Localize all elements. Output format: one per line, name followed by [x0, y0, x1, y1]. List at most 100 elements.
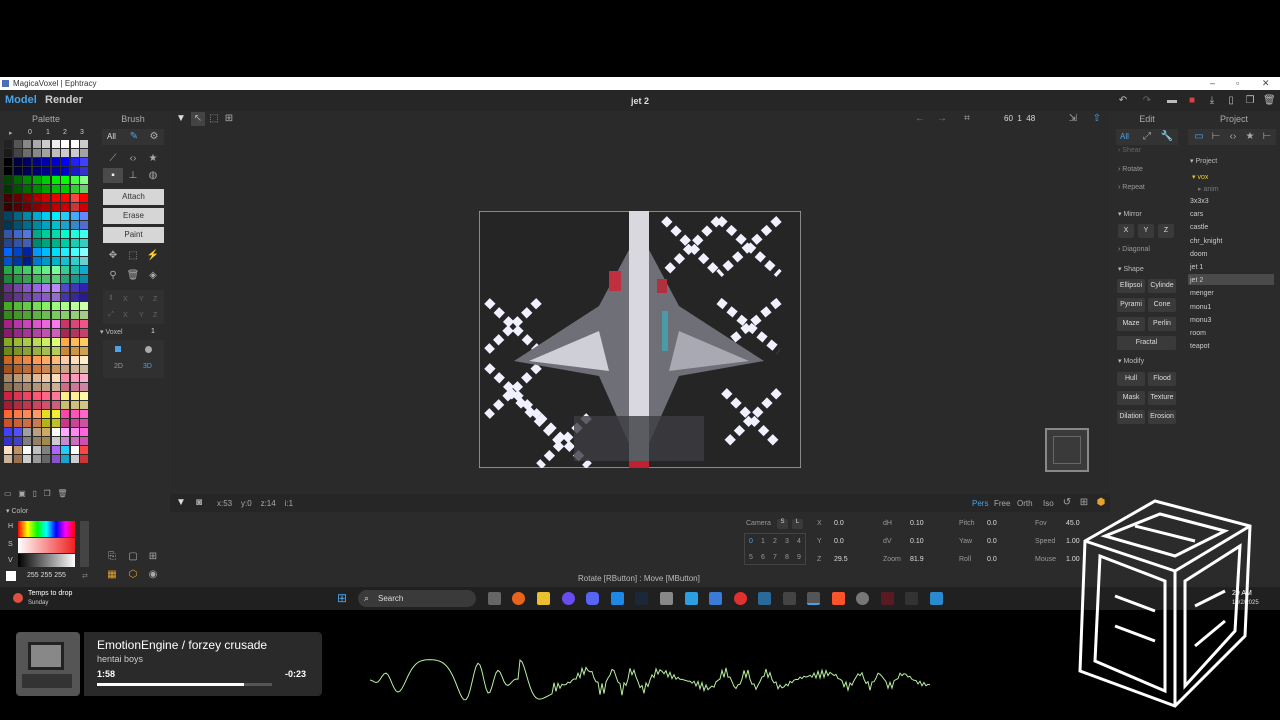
move-tool-icon[interactable]: ✥ [106, 249, 120, 263]
camera-slot-4[interactable]: 4 [797, 538, 801, 545]
palette-swatch[interactable] [23, 266, 31, 274]
palette-swatch[interactable] [4, 401, 12, 409]
palette-swatch[interactable] [61, 167, 69, 175]
fractal-button[interactable]: Fractal [1117, 336, 1176, 350]
palette-swatch[interactable] [70, 176, 79, 184]
palette-swatch[interactable] [4, 338, 12, 346]
app-red-icon[interactable] [734, 592, 747, 605]
palette-swatch[interactable] [70, 185, 79, 193]
palette-swatch[interactable] [32, 365, 41, 373]
palette-swatch[interactable] [32, 356, 41, 364]
maximize-icon[interactable]: ▫ [1236, 77, 1239, 90]
palette-swatch[interactable] [61, 230, 69, 238]
palette-swatch[interactable] [23, 230, 31, 238]
project-item[interactable]: jet 1 [1190, 264, 1203, 271]
palette-swatch[interactable] [42, 266, 50, 274]
palette-swatch[interactable] [70, 203, 79, 211]
palette-swatch[interactable] [51, 446, 60, 454]
yaw-value[interactable]: 0.0 [987, 538, 997, 545]
saturation-slider[interactable] [18, 538, 75, 553]
edit-resize-icon[interactable]: ⤢ [1140, 130, 1154, 144]
palette-swatch[interactable] [32, 158, 41, 166]
palette-swatch[interactable] [32, 410, 41, 418]
camera-slot-2[interactable]: 2 [773, 538, 777, 545]
palette-swatch[interactable] [42, 338, 50, 346]
mask-button[interactable]: Mask [1117, 391, 1145, 405]
palette-col-1[interactable]: 1 [46, 129, 50, 136]
app-hex-icon[interactable] [856, 592, 869, 605]
palette-swatch[interactable] [4, 149, 12, 157]
palette-swatch[interactable] [32, 203, 41, 211]
palette-swatch[interactable] [51, 284, 60, 292]
palette-swatch[interactable] [32, 428, 41, 436]
camera-slot-0[interactable]: 0 [749, 538, 753, 545]
palette-swatch[interactable] [51, 266, 60, 274]
palette-swatch[interactable] [4, 221, 12, 229]
palette-swatch[interactable] [51, 185, 60, 193]
palette-swatch[interactable] [61, 176, 69, 184]
palette-swatch[interactable] [42, 239, 50, 247]
lock-x[interactable]: X [123, 296, 128, 303]
reset-view-icon[interactable]: ↺ [1060, 496, 1074, 510]
palette-swatch[interactable] [13, 185, 22, 193]
palette-swatch[interactable] [23, 392, 31, 400]
palette-swatch[interactable] [4, 140, 12, 148]
brave-icon[interactable] [832, 592, 845, 605]
palette-swatch[interactable] [70, 275, 79, 283]
palette-swatch[interactable] [80, 194, 88, 202]
palette-swatch[interactable] [70, 401, 79, 409]
palette-swatch[interactable] [13, 248, 22, 256]
palette-swatch[interactable] [32, 176, 41, 184]
model-dimensions[interactable]: 60 1 48 [1004, 114, 1035, 123]
fit-view-icon[interactable]: ⇲ [1066, 112, 1080, 126]
start-icon[interactable]: ⊞ [337, 592, 350, 605]
palette-swatch[interactable] [13, 338, 22, 346]
viewport-menu-icon[interactable]: ▼ [174, 112, 188, 126]
palette-swatch[interactable] [70, 230, 79, 238]
sphere-brush-icon[interactable]: ◍ [146, 169, 160, 183]
palette-swatch[interactable] [61, 437, 69, 445]
palette-swatch[interactable] [23, 356, 31, 364]
flood-button[interactable]: Flood [1148, 372, 1176, 386]
palette-swatch[interactable] [61, 401, 69, 409]
palette-swatch[interactable] [23, 185, 31, 193]
palette-swatch[interactable] [80, 221, 88, 229]
palette-swatch[interactable] [61, 248, 69, 256]
palette-swatch[interactable] [51, 176, 60, 184]
palette-swatch[interactable] [42, 320, 50, 328]
settings-gear-icon[interactable]: ⚙ [147, 130, 161, 144]
palette-swatch[interactable] [42, 401, 50, 409]
cam-z-value[interactable]: 29.5 [834, 556, 848, 563]
cursor-tool-icon[interactable]: ↖ [191, 112, 205, 126]
palette-swatch[interactable] [51, 410, 60, 418]
palette-col-2[interactable]: 2 [63, 129, 67, 136]
rotate-item[interactable]: › Rotate [1118, 166, 1143, 173]
palette-swatch[interactable] [70, 266, 79, 274]
palette-swatch[interactable] [13, 221, 22, 229]
palette-swatch[interactable] [32, 455, 41, 463]
palette-swatch[interactable] [70, 392, 79, 400]
palette-swatch[interactable] [32, 374, 41, 382]
palette-swatch[interactable] [4, 383, 12, 391]
palette-swatch[interactable] [61, 257, 69, 265]
palette-swatch[interactable] [70, 239, 79, 247]
project-item[interactable]: chr_knight [1190, 238, 1222, 245]
palette-swatch[interactable] [23, 374, 31, 382]
fill-tool-icon[interactable]: ◈ [146, 269, 160, 283]
app-purple-icon[interactable] [562, 592, 575, 605]
palette-swatch[interactable] [4, 311, 12, 319]
project-item[interactable]: monu1 [1190, 304, 1211, 311]
palette-swatch[interactable] [61, 284, 69, 292]
palette-swatch[interactable] [32, 446, 41, 454]
palette-swatch[interactable] [80, 185, 88, 193]
app-x-icon[interactable] [905, 592, 918, 605]
palette-swatch[interactable] [4, 329, 12, 337]
ellipsoid-button[interactable]: Ellipsoi [1117, 279, 1145, 293]
palette-swatch[interactable] [4, 257, 12, 265]
palette-swatch[interactable] [70, 248, 79, 256]
palette-swatch[interactable] [61, 194, 69, 202]
palette-swatch[interactable] [4, 284, 12, 292]
palette-swatch[interactable] [4, 320, 12, 328]
palette-swatch[interactable] [13, 455, 22, 463]
palette-swatch[interactable] [32, 149, 41, 157]
